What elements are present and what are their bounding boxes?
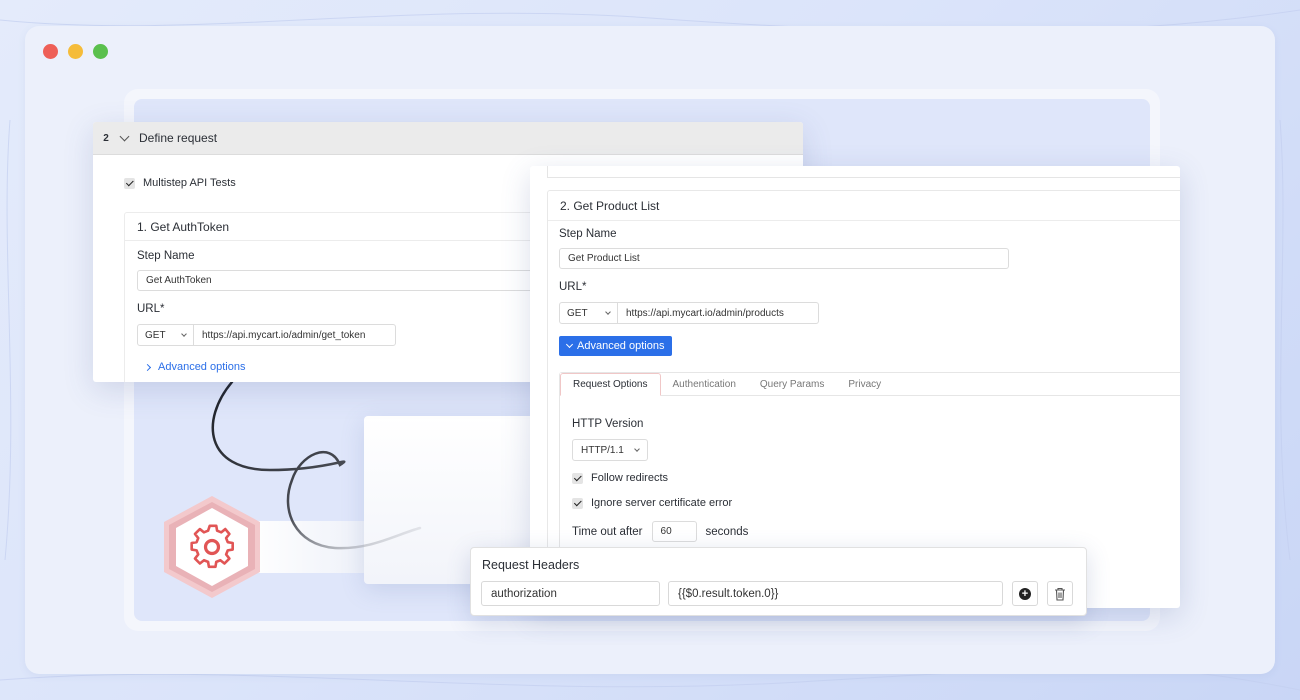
url-input[interactable]: https://api.mycart.io/admin/products [617, 302, 819, 324]
chevron-right-icon [143, 363, 152, 371]
url-input[interactable]: https://api.mycart.io/admin/get_token [193, 324, 396, 346]
timeout-label: Time out after [572, 525, 643, 538]
ignore-cert-label: Ignore server certificate error [591, 497, 733, 509]
http-version-label: HTTP Version [572, 418, 644, 430]
step-title: 2. Get Product List [548, 191, 1180, 221]
multistep-label: Multistep API Tests [143, 177, 236, 189]
add-header-button[interactable]: + [1012, 581, 1038, 606]
options-tabs: Request Options Authentication Query Par… [560, 373, 1180, 396]
url-label: URL* [559, 281, 587, 293]
placeholder-bar [248, 521, 368, 573]
advanced-options-label: Advanced options [158, 361, 246, 373]
window-minimize-button[interactable] [68, 44, 83, 59]
chevron-down-icon[interactable] [119, 131, 130, 141]
tab-request-options[interactable]: Request Options [560, 373, 661, 396]
step-name-label: Step Name [137, 250, 195, 262]
window-maximize-button[interactable] [93, 44, 108, 59]
ignore-cert-option[interactable]: Ignore server certificate error [572, 497, 732, 509]
url-label: URL* [137, 303, 165, 315]
follow-redirects-checkbox[interactable] [572, 472, 583, 484]
tab-privacy[interactable]: Privacy [836, 373, 893, 395]
method-select[interactable]: GET [137, 324, 194, 346]
advanced-options-toggle[interactable]: Advanced options [143, 361, 246, 373]
trash-icon [1055, 587, 1065, 601]
advanced-options-button[interactable]: Advanced options [559, 336, 673, 356]
window-close-button[interactable] [43, 44, 58, 59]
follow-redirects-option[interactable]: Follow redirects [572, 472, 668, 484]
define-request-header[interactable]: 2 Define request [93, 122, 803, 155]
step-panel-product-list: 2. Get Product List Step Name Get Produc… [530, 166, 1180, 608]
multistep-checkbox[interactable] [124, 177, 135, 189]
header-name-input[interactable]: authorization [481, 581, 660, 606]
delete-header-button[interactable] [1047, 581, 1073, 606]
method-select[interactable]: GET [559, 302, 618, 324]
tab-query-params[interactable]: Query Params [748, 373, 836, 395]
chevron-down-icon [634, 445, 640, 452]
previous-step-edge [547, 166, 1180, 178]
request-headers-card: Request Headers authorization {{$0.resul… [470, 547, 1087, 616]
http-version-value: HTTP/1.1 [581, 444, 624, 456]
http-version-select[interactable]: HTTP/1.1 [572, 439, 648, 461]
ignore-cert-checkbox[interactable] [572, 497, 583, 509]
advanced-options-label: Advanced options [577, 340, 665, 352]
method-value: GET [145, 329, 166, 341]
step-name-input[interactable]: Get Product List [559, 248, 1009, 269]
chevron-down-icon [565, 340, 574, 349]
timeout-input[interactable]: 60 [651, 521, 697, 542]
settings-badge [160, 494, 264, 600]
method-value: GET [567, 307, 588, 319]
chevron-down-icon [181, 330, 187, 337]
plus-circle-icon: + [1019, 587, 1031, 600]
multistep-option[interactable]: Multistep API Tests [124, 177, 236, 189]
header-value-input[interactable]: {{$0.result.token.0}} [668, 581, 1003, 606]
follow-redirects-label: Follow redirects [591, 472, 669, 484]
timeout-unit: seconds [705, 525, 749, 538]
request-headers-title: Request Headers [482, 558, 580, 572]
tab-authentication[interactable]: Authentication [661, 373, 748, 395]
step-number: 2 [103, 132, 109, 144]
step-name-label: Step Name [559, 228, 617, 240]
timeout-row: Time out after 60 seconds [572, 521, 748, 542]
chevron-down-icon [605, 308, 611, 315]
section-title: Define request [139, 131, 218, 145]
